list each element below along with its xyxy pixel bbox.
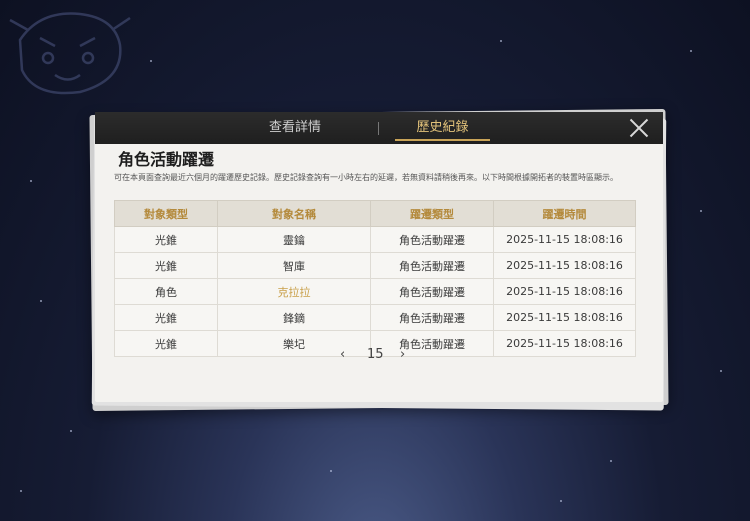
cell-item-type: 角色 (114, 278, 218, 305)
history-modal: 查看詳情 歷史紀錄 角色活動躍遷 可在本頁面查詢最近六個月的躍遷歷史記錄。歷史記… (95, 112, 663, 402)
cell-warp-type: 角色活動躍遷 (370, 278, 494, 305)
cell-warp-type: 角色活動躍遷 (370, 304, 494, 331)
column-header-warp-time: 躍遷時間 (493, 200, 636, 227)
tab-details[interactable]: 查看詳情 (245, 112, 345, 144)
current-page-number: 15 (367, 347, 384, 362)
column-header-warp-type: 躍遷類型 (370, 200, 494, 227)
page-title: 角色活動躍遷 (118, 150, 215, 169)
cell-item-name: 克拉拉 (217, 278, 371, 305)
table-row: 光錐 靈鑰 角色活動躍遷 2025-11-15 18:08:16 (114, 226, 636, 253)
cell-warp-time: 2025-11-15 18:08:16 (493, 330, 636, 357)
tab-history-label: 歷史紀錄 (416, 120, 469, 135)
cell-warp-type: 角色活動躍遷 (370, 226, 494, 253)
mascot-doodle-icon (9, 12, 131, 95)
pagination: ‹ 15 › (340, 347, 420, 367)
table-row: 光錐 鋒鏑 角色活動躍遷 2025-11-15 18:08:16 (114, 304, 636, 331)
tab-history[interactable]: 歷史紀錄 (395, 112, 490, 144)
cell-item-name: 靈鑰 (217, 226, 371, 253)
cell-item-type: 光錐 (114, 330, 218, 357)
cell-warp-time: 2025-11-15 18:08:16 (493, 252, 636, 279)
history-table: 對象類型 對象名稱 躍遷類型 躍遷時間 光錐 靈鑰 角色活動躍遷 2025-11-15… (114, 200, 636, 357)
next-page-button[interactable]: › (400, 347, 405, 362)
column-header-item-type: 對象類型 (114, 200, 218, 227)
tab-divider (378, 122, 379, 135)
cell-warp-time: 2025-11-15 18:08:16 (493, 278, 636, 305)
prev-page-button[interactable]: ‹ (340, 347, 345, 362)
close-icon[interactable] (629, 118, 649, 138)
cell-item-name: 智庫 (217, 252, 371, 279)
page-description: 可在本頁面查詢最近六個月的躍遷歷史記錄。歷史記錄查詢有一小時左右的延遲，若無資料… (114, 173, 618, 182)
modal-tab-bar: 查看詳情 歷史紀錄 (95, 112, 663, 144)
cell-item-name: 鋒鏑 (217, 304, 371, 331)
cell-warp-time: 2025-11-15 18:08:16 (493, 226, 636, 253)
table-header-row: 對象類型 對象名稱 躍遷類型 躍遷時間 (114, 200, 636, 227)
active-tab-indicator (395, 139, 490, 141)
cell-item-type: 光錐 (114, 252, 218, 279)
column-header-item-name: 對象名稱 (217, 200, 371, 227)
table-row: 光錐 智庫 角色活動躍遷 2025-11-15 18:08:16 (114, 252, 636, 279)
table-row: 角色 克拉拉 角色活動躍遷 2025-11-15 18:08:16 (114, 278, 636, 305)
cell-warp-time: 2025-11-15 18:08:16 (493, 304, 636, 331)
cell-warp-type: 角色活動躍遷 (370, 252, 494, 279)
cell-item-type: 光錐 (114, 226, 218, 253)
cell-item-type: 光錐 (114, 304, 218, 331)
